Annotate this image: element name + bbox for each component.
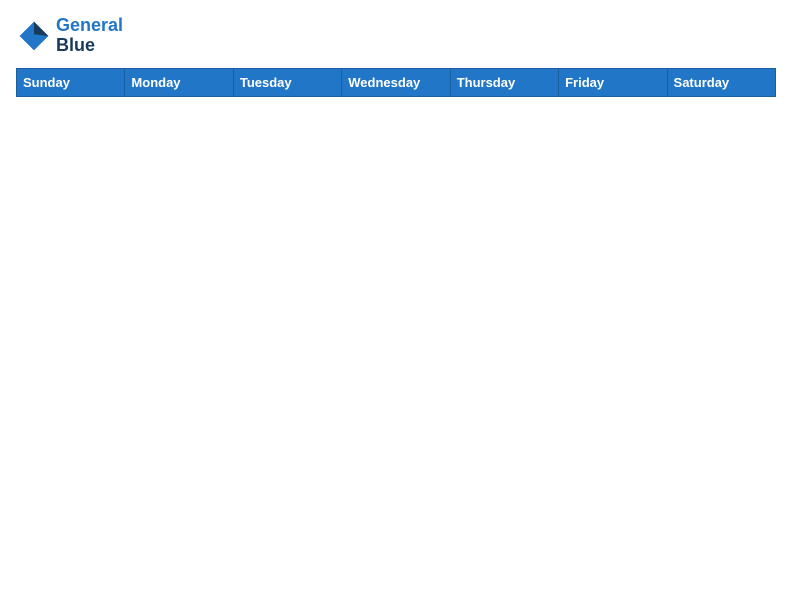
weekday-header-friday: Friday (559, 68, 667, 96)
weekday-header-thursday: Thursday (450, 68, 558, 96)
weekday-header-wednesday: Wednesday (342, 68, 450, 96)
weekday-header-saturday: Saturday (667, 68, 775, 96)
logo-text: General Blue (56, 16, 123, 56)
weekday-header-row: SundayMondayTuesdayWednesdayThursdayFrid… (17, 68, 776, 96)
weekday-header-monday: Monday (125, 68, 233, 96)
weekday-header-sunday: Sunday (17, 68, 125, 96)
page-header: General Blue (16, 16, 776, 56)
calendar-table: SundayMondayTuesdayWednesdayThursdayFrid… (16, 68, 776, 97)
logo: General Blue (16, 16, 123, 56)
logo-icon (16, 18, 52, 54)
weekday-header-tuesday: Tuesday (233, 68, 341, 96)
